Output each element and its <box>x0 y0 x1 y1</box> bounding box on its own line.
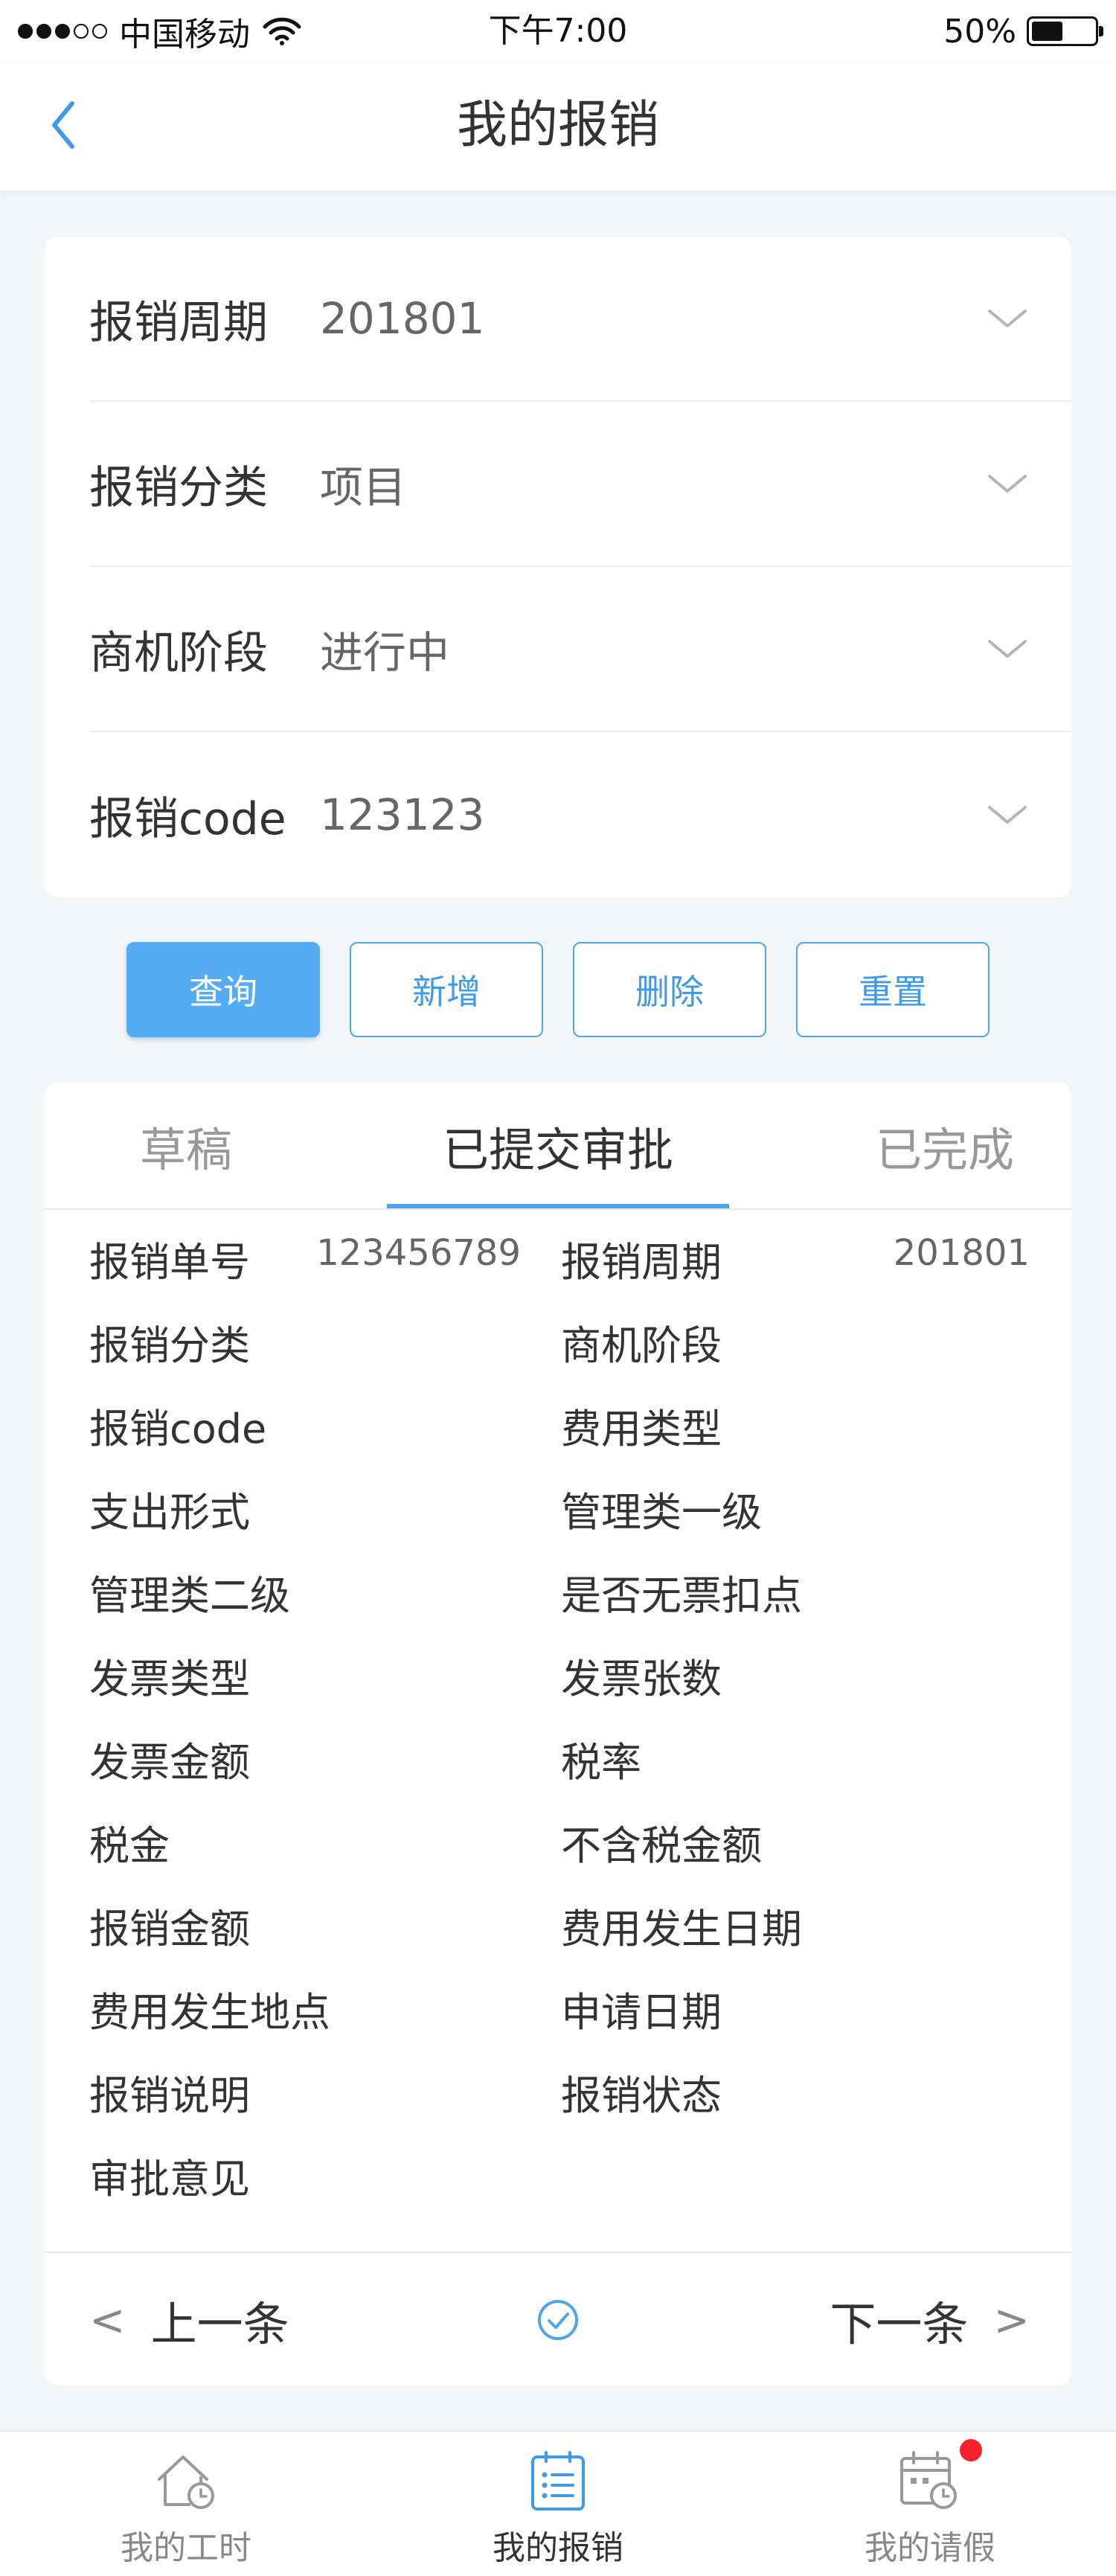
tabbar-label: 我的报销 <box>493 2529 623 2567</box>
tab-submitted[interactable]: 已提交审批 <box>387 1082 729 1210</box>
detail-field-label: 发票张数 <box>561 1656 722 1702</box>
detail-field-label: 管理类二级 <box>89 1572 290 1619</box>
next-record-button[interactable]: 下一条 > <box>830 2253 1030 2386</box>
filter-label: 报销周期 <box>89 296 268 349</box>
detail-field-label: 费用发生地点 <box>89 1989 330 2036</box>
tab-completed[interactable]: 已完成 <box>833 1082 1056 1210</box>
status-bar: 中国移动 下午7:00 50% <box>0 0 1116 63</box>
filter-label: 报销分类 <box>89 461 268 514</box>
filter-label: 商机阶段 <box>89 627 268 679</box>
detail-field-label: 报销单号 <box>89 1239 250 1286</box>
detail-field-label: 申请日期 <box>561 1989 722 2036</box>
detail-field-label: 税金 <box>89 1822 170 1869</box>
filter-value: 123123 <box>320 789 485 840</box>
detail-field-value: 201801 <box>893 1232 1030 1274</box>
bottom-tab-bar: 我的工时 我的报销 我的请假 <box>0 2430 1116 2576</box>
filter-value: 项目 <box>320 462 407 513</box>
detail-field-label: 商机阶段 <box>561 1322 722 1369</box>
battery-level <box>1032 22 1062 41</box>
filter-value: 201801 <box>320 293 485 344</box>
next-label: 下一条 <box>830 2297 969 2351</box>
prev-record-button[interactable]: < 上一条 <box>89 2253 289 2386</box>
list-document-icon <box>531 2451 585 2511</box>
delete-button[interactable]: 删除 <box>573 942 766 1037</box>
filter-label: 报销code <box>89 792 286 845</box>
chevron-down-icon <box>988 806 1027 824</box>
filter-row-period[interactable]: 报销周期 201801 <box>89 237 1071 402</box>
check-circle-icon[interactable] <box>536 2298 580 2342</box>
tab-draft[interactable]: 草稿 <box>74 1082 298 1210</box>
detail-field-label: 管理类一级 <box>561 1489 762 1536</box>
reset-button[interactable]: 重置 <box>796 942 990 1037</box>
detail-field-label: 税率 <box>561 1739 641 1786</box>
house-clock-icon <box>158 2455 214 2509</box>
prev-label: 上一条 <box>150 2297 289 2351</box>
active-tab-indicator <box>387 1204 729 1208</box>
detail-field-label: 报销金额 <box>89 1906 250 1952</box>
add-button[interactable]: 新增 <box>350 942 543 1037</box>
calendar-clock-icon <box>900 2451 957 2509</box>
tabbar-item-leave[interactable]: 我的请假 <box>744 2432 1116 2576</box>
app-root: 中国移动 下午7:00 50% 我的报销 报销周期 201801 报销分类 项目… <box>0 0 1116 2576</box>
detail-field-label: 发票类型 <box>89 1656 250 1702</box>
detail-field-label: 支出形式 <box>89 1489 250 1536</box>
next-arrow-icon: > <box>993 2295 1030 2345</box>
chevron-down-icon <box>988 310 1027 327</box>
filter-row-category[interactable]: 报销分类 项目 <box>89 402 1071 567</box>
detail-field-label: 费用类型 <box>561 1406 722 1452</box>
chevron-down-icon <box>988 475 1027 493</box>
page-title: 我的报销 <box>456 96 659 155</box>
detail-field-label: 报销状态 <box>561 2072 722 2119</box>
query-button[interactable]: 查询 <box>126 942 320 1037</box>
detail-field-label: 是否无票扣点 <box>561 1572 802 1619</box>
detail-field-value: 123456789 <box>316 1232 521 1274</box>
detail-field-label: 发票金额 <box>89 1739 250 1786</box>
tabbar-label: 我的请假 <box>865 2529 995 2567</box>
detail-field-label: 报销分类 <box>89 1322 250 1369</box>
detail-field-label: 审批意见 <box>89 2156 250 2202</box>
pager: < 上一条 下一条 > <box>45 2252 1071 2386</box>
battery-percent: 50% <box>943 12 1016 51</box>
detail-field-label: 报销周期 <box>561 1239 722 1286</box>
filter-row-stage[interactable]: 商机阶段 进行中 <box>89 567 1071 732</box>
filter-card: 报销周期 201801 报销分类 项目 商机阶段 进行中 报销code 1231… <box>45 237 1071 897</box>
tabbar-item-timesheet[interactable]: 我的工时 <box>0 2432 372 2576</box>
prev-arrow-icon: < <box>89 2295 126 2345</box>
detail-card: 草稿 已提交审批 已完成 报销单号 123456789 报销分类报销code 支出形式… <box>45 1082 1071 2386</box>
detail-field-label: 不含税金额 <box>561 1822 762 1869</box>
status-tabs: 草稿 已提交审批 已完成 <box>45 1082 1071 1210</box>
notification-badge <box>960 2439 982 2461</box>
tabbar-item-reimbursement[interactable]: 我的报销 <box>372 2432 744 2576</box>
tabbar-label: 我的工时 <box>121 2529 251 2567</box>
battery-icon <box>1027 16 1103 46</box>
filter-value: 进行中 <box>320 627 450 678</box>
detail-field-label: 报销code <box>89 1406 267 1452</box>
chevron-down-icon <box>988 640 1027 658</box>
status-right: 50% <box>943 9 1103 54</box>
detail-field-label: 报销说明 <box>89 2072 250 2119</box>
detail-field-label: 费用发生日期 <box>561 1906 802 1952</box>
nav-bar: 我的报销 <box>0 63 1116 190</box>
filter-row-code[interactable]: 报销code 123123 <box>89 732 1071 897</box>
